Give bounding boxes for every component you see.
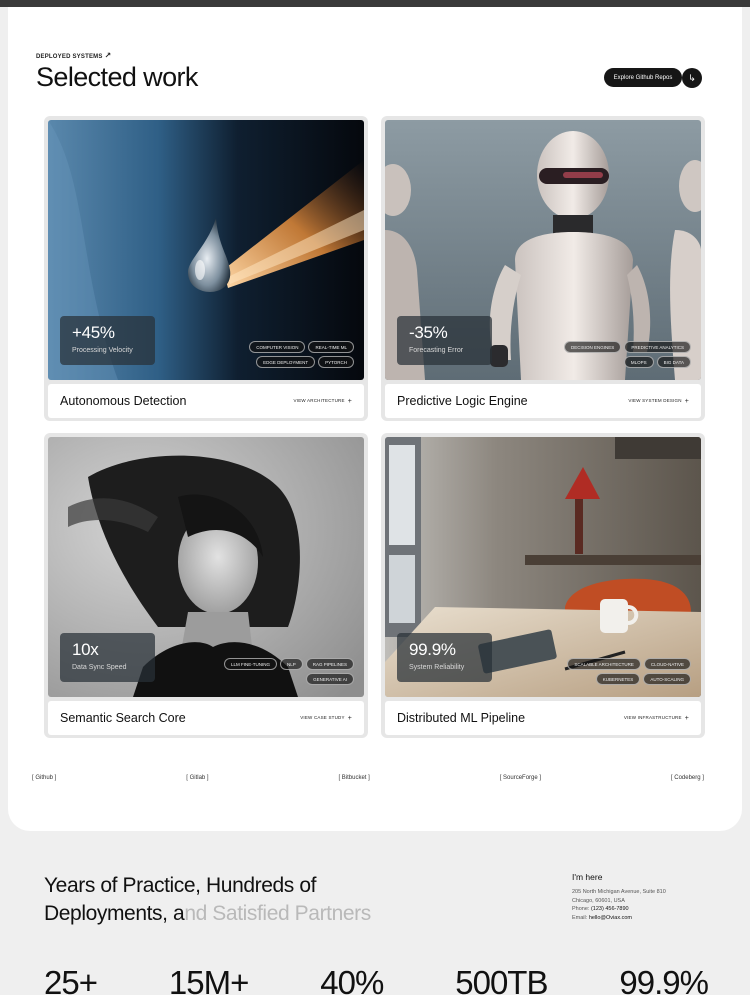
- tag: AUTO-SCALING: [643, 673, 691, 685]
- link-text: VIEW CASE STUDY: [300, 714, 345, 720]
- metric-box: 99.9% System Reliability: [397, 633, 492, 682]
- contact-address-1: 205 North Michigan Avenue, Suite 810: [572, 889, 666, 895]
- view-system-design-link[interactable]: VIEW SYSTEM DESIGN +: [628, 398, 689, 405]
- link-text: VIEW INFRASTRUCTURE: [623, 714, 682, 720]
- metric-box: 10x Data Sync Speed: [60, 633, 155, 682]
- card-title: Autonomous Detection: [60, 394, 187, 408]
- contact-phone: Phone: (123) 456-7890: [572, 905, 732, 914]
- tag: KUBERNETES: [595, 673, 641, 685]
- tag: COMPUTER VISION: [249, 341, 306, 353]
- view-architecture-link[interactable]: VIEW ARCHITECTURE +: [294, 398, 352, 405]
- top-strip: [0, 0, 750, 7]
- tag: REAL-TIME ML: [308, 341, 354, 353]
- metric-box: -35% Forecasting Error: [397, 316, 492, 365]
- tag-list: COMPUTER VISION REAL-TIME ML EDGE DEPLOY…: [204, 341, 354, 368]
- repo-link-sourceforge[interactable]: [ SourceForge ]: [500, 775, 541, 781]
- view-infrastructure-link[interactable]: VIEW INFRASTRUCTURE +: [624, 715, 689, 722]
- repo-link-bitbucket[interactable]: [ Bitbucket ]: [338, 775, 369, 781]
- project-image-desk: 99.9% System Reliability SCALABLE ARCHIT…: [385, 437, 701, 697]
- card-title: Semantic Search Core: [60, 711, 186, 725]
- stat-value: 25+: [44, 964, 98, 995]
- tag: EDGE DEPLOYMENT: [256, 356, 316, 368]
- explore-github-button[interactable]: Explore Github Repos: [604, 68, 682, 87]
- email-value[interactable]: hello@Oviax.com: [589, 915, 632, 921]
- repo-link-codeberg[interactable]: [ Codeberg ]: [671, 775, 704, 781]
- repo-link-gitlab[interactable]: [ Gitlab ]: [186, 775, 208, 781]
- tag: BIG DATA: [656, 356, 691, 368]
- tag-list: LLM FINE-TUNING NLP RAG PIPELINES GENERA…: [204, 658, 354, 685]
- tag: LLM FINE-TUNING: [223, 658, 277, 670]
- contact-block: I'm here 205 North Michigan Avenue, Suit…: [572, 872, 732, 922]
- card-title: Predictive Logic Engine: [397, 394, 528, 408]
- stat-value: 40%: [320, 964, 384, 995]
- metric-value: +45%: [72, 323, 115, 342]
- practice-heading: Years of Practice, Hundreds of Deploymen…: [44, 872, 504, 928]
- plus-icon: +: [684, 714, 689, 722]
- metric-box: +45% Processing Velocity: [60, 316, 155, 365]
- practice-line-2: Deployments, and Satisfied Partners: [44, 900, 504, 928]
- repo-links: [ Github ] [ Gitlab ] [ Bitbucket ] [ So…: [32, 775, 704, 781]
- plus-icon: +: [684, 397, 689, 405]
- tag-list: DECISION ENGINES PREDICTIVE ANALYTICS ML…: [541, 341, 691, 368]
- project-card-autonomous-detection[interactable]: +45% Processing Velocity COMPUTER VISION…: [44, 116, 368, 421]
- metric-value: 99.9%: [409, 640, 456, 659]
- stat-value: 99.9%: [619, 964, 709, 995]
- link-text: VIEW ARCHITECTURE: [293, 397, 345, 403]
- project-image-robots: -35% Forecasting Error DECISION ENGINES …: [385, 120, 701, 380]
- phone-label: Phone:: [572, 906, 590, 912]
- view-case-study-link[interactable]: VIEW CASE STUDY +: [300, 715, 352, 722]
- stat-value: 500TB: [455, 964, 548, 995]
- project-card-predictive-logic[interactable]: -35% Forecasting Error DECISION ENGINES …: [381, 116, 705, 421]
- contact-address-2: Chicago, 60601, USA: [572, 897, 625, 904]
- repo-link-github[interactable]: [ Github ]: [32, 775, 56, 781]
- page-title: Selected work: [36, 62, 198, 92]
- tag: NLP: [279, 658, 303, 670]
- tag: DECISION ENGINES: [564, 341, 622, 353]
- metric-label: Data Sync Speed: [72, 664, 127, 671]
- phone-value[interactable]: (123) 456-7890: [591, 906, 629, 912]
- card-footer: Autonomous Detection VIEW ARCHITECTURE +: [48, 384, 364, 418]
- project-image-water-drop: +45% Processing Velocity COMPUTER VISION…: [48, 120, 364, 380]
- tag-list: SCALABLE ARCHITECTURE CLOUD-NATIVE KUBER…: [541, 658, 691, 685]
- contact-heading: I'm here: [572, 872, 603, 882]
- metric-label: Forecasting Error: [409, 347, 464, 354]
- section-eyebrow: DEPLOYED SYSTEMS ↗: [36, 51, 111, 60]
- project-card-distributed-pipeline[interactable]: 99.9% System Reliability SCALABLE ARCHIT…: [381, 433, 705, 738]
- arrow-enter-icon[interactable]: ↳: [682, 68, 702, 88]
- plus-icon: +: [347, 397, 352, 405]
- card-footer: Predictive Logic Engine VIEW SYSTEM DESI…: [385, 384, 701, 418]
- arrow-up-right-icon: ↗: [104, 51, 112, 60]
- stats-row: 25+ 15M+ 40% 500TB 99.9%: [44, 964, 709, 995]
- tag: RAG PIPELINES: [305, 658, 354, 670]
- card-footer: Semantic Search Core VIEW CASE STUDY +: [48, 701, 364, 735]
- tag: CLOUD-NATIVE: [643, 658, 691, 670]
- practice-line-2-dark: Deployments, a: [44, 902, 185, 925]
- link-text: VIEW SYSTEM DESIGN: [628, 397, 682, 403]
- tag: GENERATIVE AI: [306, 673, 354, 685]
- stat-value: 15M+: [168, 964, 249, 995]
- eyebrow-text: DEPLOYED SYSTEMS: [36, 54, 103, 60]
- tag: MLOPS: [623, 356, 654, 368]
- email-label: Email:: [572, 914, 588, 921]
- practice-line-1: Years of Practice, Hundreds of: [44, 874, 317, 897]
- metric-label: System Reliability: [409, 664, 465, 671]
- contact-email: Email: hello@Oviax.com: [572, 914, 732, 923]
- card-footer: Distributed ML Pipeline VIEW INFRASTRUCT…: [385, 701, 701, 735]
- metric-label: Processing Velocity: [72, 347, 133, 354]
- plus-icon: +: [347, 714, 352, 722]
- metric-value: -35%: [409, 323, 448, 342]
- tag: PYTORCH: [318, 356, 354, 368]
- tag: PREDICTIVE ANALYTICS: [624, 341, 691, 353]
- tag: SCALABLE ARCHITECTURE: [567, 658, 641, 670]
- metric-value: 10x: [72, 640, 99, 659]
- project-image-portrait: 10x Data Sync Speed LLM FINE-TUNING NLP …: [48, 437, 364, 697]
- card-title: Distributed ML Pipeline: [397, 711, 526, 725]
- project-card-semantic-search[interactable]: 10x Data Sync Speed LLM FINE-TUNING NLP …: [44, 433, 368, 738]
- practice-line-2-fade: nd Satisfied Partners: [184, 902, 371, 925]
